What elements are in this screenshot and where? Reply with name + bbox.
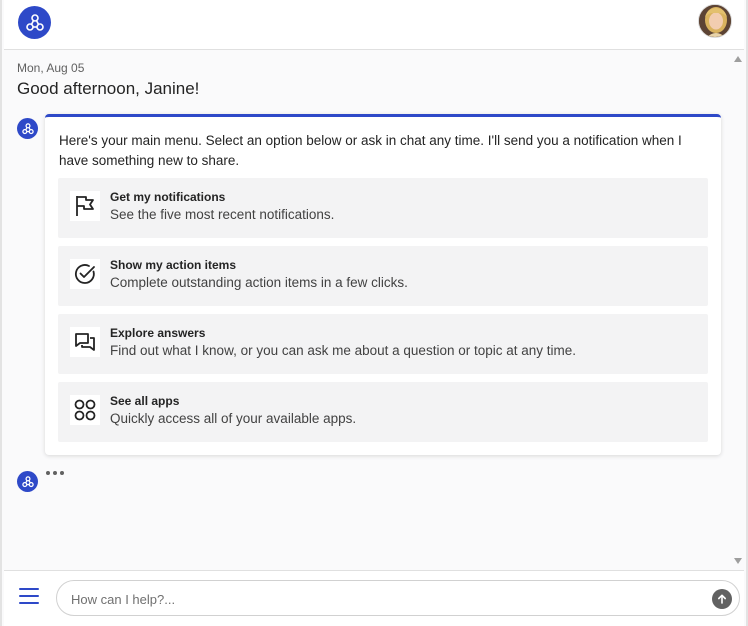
flag-icon [70, 191, 100, 221]
send-button[interactable] [712, 589, 732, 609]
greeting-text: Good afternoon, Janine! [17, 79, 200, 98]
app-frame: Mon, Aug 05 Good afternoon, Janine! Here… [0, 0, 748, 626]
main-menu-card: Here's your main menu. Select an option … [45, 114, 721, 455]
bot-avatar-icon [17, 118, 38, 139]
scroll-up-arrow-icon[interactable] [734, 56, 742, 62]
chat-input-container [56, 580, 740, 616]
scroll-down-arrow-icon[interactable] [734, 558, 742, 564]
typing-indicator [46, 471, 64, 475]
option-show-action-items[interactable]: Show my action items Complete outstandin… [58, 246, 708, 306]
option-title: See all apps [110, 394, 180, 408]
check-circle-icon [70, 259, 100, 289]
option-title: Show my action items [110, 258, 237, 272]
chat-area: Mon, Aug 05 Good afternoon, Janine! Here… [4, 50, 732, 570]
option-description: Find out what I know, or you can ask me … [110, 343, 577, 358]
chat-input[interactable] [71, 589, 691, 609]
chat-scrollbar[interactable] [732, 50, 744, 570]
chat-bubbles-icon [70, 327, 100, 357]
top-bar [4, 0, 744, 50]
message-date: Mon, Aug 05 [17, 61, 85, 75]
option-title: Explore answers [110, 326, 206, 340]
option-see-all-apps[interactable]: See all apps Quickly access all of your … [58, 382, 708, 442]
option-description: Complete outstanding action items in a f… [110, 275, 408, 290]
bot-avatar-icon [17, 471, 38, 492]
option-explore-answers[interactable]: Explore answers Find out what I know, or… [58, 314, 708, 374]
hamburger-menu-icon[interactable] [19, 588, 39, 604]
user-avatar[interactable] [698, 4, 732, 38]
composer-bar [4, 570, 744, 626]
menu-intro-text: Here's your main menu. Select an option … [59, 133, 682, 168]
option-title: Get my notifications [110, 190, 226, 204]
arrow-up-icon [717, 594, 726, 604]
option-get-notifications[interactable]: Get my notifications See the five most r… [58, 178, 708, 238]
apps-grid-icon [70, 395, 100, 425]
option-description: Quickly access all of your available app… [110, 411, 357, 426]
option-description: See the five most recent notifications. [110, 207, 335, 222]
network-nodes-icon[interactable] [18, 6, 51, 39]
